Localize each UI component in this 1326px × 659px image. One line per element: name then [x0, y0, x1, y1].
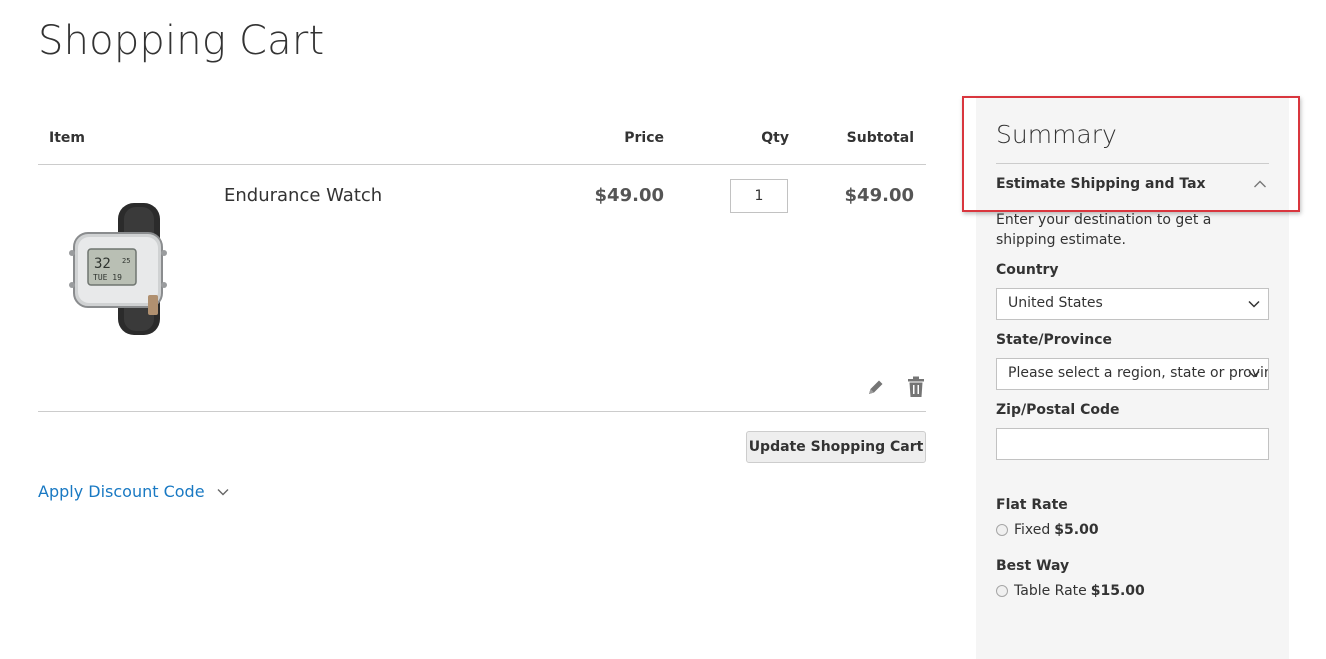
- chevron-down-icon: [1248, 370, 1260, 378]
- carrier-best-way: Best Way: [996, 558, 1070, 574]
- cart-table: Item Price Qty Subtotal 32 25 TUE 19 End…: [38, 120, 926, 412]
- state-select[interactable]: Please select a region, state or provinc…: [996, 358, 1269, 390]
- state-selected-value: Please select a region, state or provinc…: [1008, 365, 1269, 381]
- summary-divider: [996, 163, 1269, 164]
- column-header-price: Price: [624, 130, 664, 146]
- item-subtotal: $49.00: [844, 185, 914, 206]
- item-price: $49.00: [594, 185, 664, 206]
- zip-input[interactable]: [996, 428, 1269, 460]
- product-name[interactable]: Endurance Watch: [224, 185, 382, 206]
- country-label: Country: [996, 262, 1059, 278]
- shipping-option-table-rate[interactable]: Table Rate $15.00: [996, 583, 1145, 599]
- radio-button[interactable]: [996, 524, 1008, 536]
- carrier-flat-rate: Flat Rate: [996, 497, 1068, 513]
- chevron-down-icon: [217, 488, 229, 495]
- radio-button[interactable]: [996, 585, 1008, 597]
- qty-input[interactable]: [730, 179, 788, 213]
- pencil-icon[interactable]: [866, 377, 886, 397]
- cart-item-row: 32 25 TUE 19 Endurance Watch $49.00 $49.…: [38, 165, 926, 412]
- update-cart-button[interactable]: Update Shopping Cart: [746, 431, 926, 463]
- chevron-up-icon[interactable]: [1253, 179, 1267, 189]
- svg-text:TUE 19: TUE 19: [93, 273, 122, 282]
- trash-icon[interactable]: [906, 376, 926, 398]
- page-title: Shopping Cart: [38, 18, 325, 64]
- chevron-down-icon: [1248, 300, 1260, 308]
- shipping-method-label: Table Rate: [1014, 583, 1087, 599]
- zip-label: Zip/Postal Code: [996, 402, 1120, 418]
- estimate-description: Enter your destination to get a shipping…: [996, 212, 1212, 248]
- shipping-method-label: Fixed: [1014, 522, 1051, 538]
- shipping-method-price: $15.00: [1090, 583, 1145, 599]
- estimate-shipping-toggle[interactable]: Estimate Shipping and Tax: [996, 176, 1206, 192]
- country-selected-value: United States: [1008, 295, 1103, 311]
- state-label: State/Province: [996, 332, 1112, 348]
- product-image-watch[interactable]: 32 25 TUE 19: [68, 203, 172, 335]
- cart-table-header: Item Price Qty Subtotal: [38, 120, 926, 165]
- column-header-item: Item: [49, 130, 85, 146]
- summary-title: Summary: [996, 120, 1117, 149]
- apply-discount-toggle[interactable]: Apply Discount Code: [38, 482, 229, 501]
- summary-panel: Summary Estimate Shipping and Tax Enter …: [976, 96, 1289, 659]
- column-header-subtotal: Subtotal: [846, 130, 914, 146]
- country-select[interactable]: United States: [996, 288, 1269, 320]
- svg-text:25: 25: [122, 257, 130, 265]
- shipping-option-fixed[interactable]: Fixed $5.00: [996, 522, 1099, 538]
- column-header-qty: Qty: [761, 130, 789, 146]
- shipping-method-price: $5.00: [1054, 522, 1099, 538]
- svg-text:32: 32: [94, 256, 111, 272]
- apply-discount-label: Apply Discount Code: [38, 482, 205, 501]
